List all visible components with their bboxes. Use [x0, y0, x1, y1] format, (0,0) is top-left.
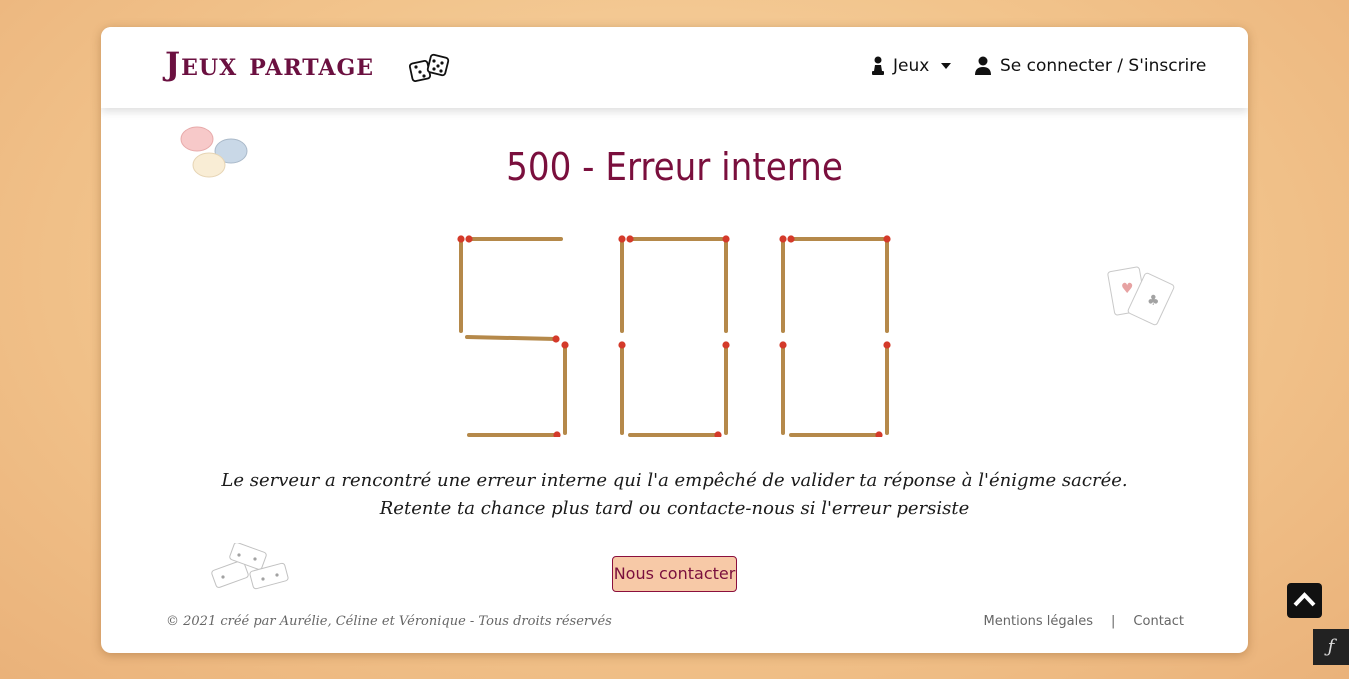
page-title: 500 - Erreur interne	[506, 145, 843, 189]
matchstick-digit0-a	[465, 235, 563, 243]
nav-login-link[interactable]: Se connecter / S'inscrire	[974, 56, 1206, 76]
nav-games-label: Jeux	[893, 56, 930, 76]
matchstick-digit1-c	[722, 341, 730, 435]
user-icon	[975, 56, 991, 75]
error-message-line-1: Le serveur a rencontré une erreur intern…	[221, 470, 1128, 491]
matchstick-digit2-c	[883, 341, 891, 435]
matchstick-digit2-a	[787, 235, 885, 243]
symfony-icon: ƒ	[1327, 636, 1335, 657]
matchstick-digit0-f	[457, 235, 465, 333]
caret-down-icon	[941, 63, 952, 69]
matchstick-digit2-d	[789, 431, 883, 437]
error-message: Le serveur a rencontré une erreur intern…	[101, 467, 1248, 523]
footer-links: Mentions légales | Contact	[984, 614, 1184, 629]
scroll-to-top-button[interactable]	[1287, 583, 1322, 618]
playing-cards-icon: ♥ ♣	[1107, 266, 1175, 326]
matchstick-digit1-d	[628, 431, 722, 437]
legal-notice-link[interactable]: Mentions légales	[984, 614, 1093, 629]
error-message-line-2: Retente ta chance plus tard ou contacte-…	[379, 498, 970, 519]
matchstick-digit0-g	[465, 335, 560, 343]
footer-copyright: © 2021 créé par Aurélie, Céline et Véron…	[166, 614, 612, 629]
footer-separator: |	[1111, 614, 1116, 629]
matchstick-digit2-b	[883, 235, 891, 333]
svg-text:♥: ♥	[1121, 281, 1134, 297]
chess-pawn-icon	[872, 56, 884, 75]
nav-login-label: Se connecter / S'inscrire	[1000, 56, 1207, 76]
svg-text:♣: ♣	[1147, 293, 1160, 309]
matchstick-digit2-f	[779, 235, 787, 333]
main-card: Jeux partage Jeux Se connecter / S'inscr…	[101, 27, 1248, 653]
nav-games-dropdown[interactable]: Jeux	[871, 56, 952, 76]
footer-contact-link[interactable]: Contact	[1133, 614, 1184, 629]
dice-icon	[409, 53, 450, 83]
matchstick-500-illustration	[457, 235, 891, 437]
contact-button[interactable]: Nous contacter	[612, 556, 737, 592]
symfony-toolbar-button[interactable]: ƒ	[1313, 629, 1349, 665]
matchstick-digit1-b	[722, 235, 730, 333]
matchstick-digit1-a	[626, 235, 724, 243]
site-logo[interactable]: Jeux partage	[165, 45, 374, 83]
matchstick-digit2-e	[779, 341, 787, 435]
top-navbar: Jeux partage Jeux Se connecter / S'inscr…	[101, 27, 1248, 108]
chevron-up-icon	[1293, 592, 1316, 607]
matchstick-digit1-e	[618, 341, 626, 435]
matchstick-digit1-f	[618, 235, 626, 333]
matchstick-digit0-c	[561, 341, 569, 435]
matchstick-digit0-d	[467, 431, 561, 437]
dominoes-icon	[211, 543, 289, 590]
